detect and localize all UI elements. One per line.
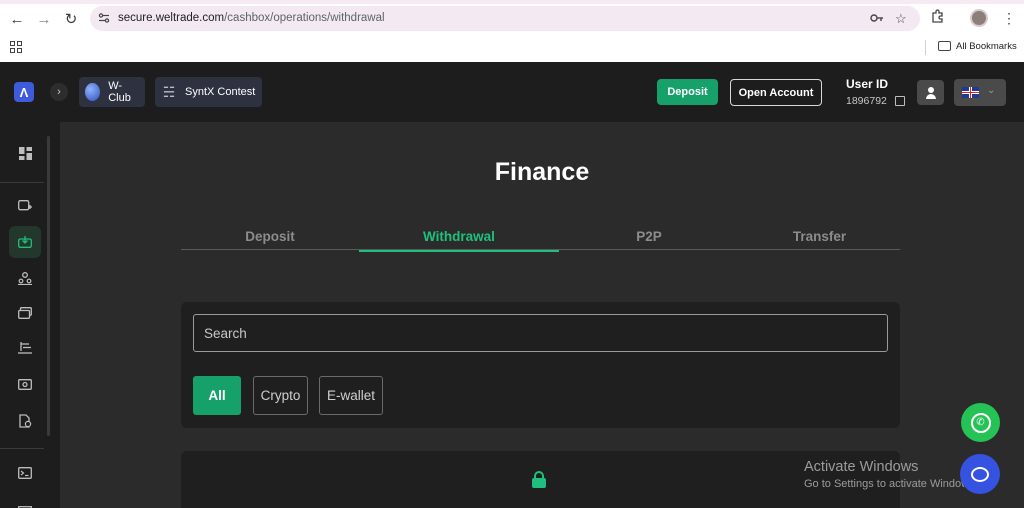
lock-icon <box>532 471 546 488</box>
tab-p2p[interactable]: P2P <box>559 222 739 250</box>
cash-icon[interactable] <box>9 368 41 400</box>
payment-methods-panel <box>181 451 900 508</box>
whatsapp-icon: ✆ <box>970 412 991 433</box>
apps-grid-icon[interactable] <box>10 41 22 53</box>
copy-icon[interactable] <box>895 96 905 106</box>
windows-watermark-subtitle: Go to Settings to activate Windows. <box>804 478 978 490</box>
address-bar[interactable]: secure.weltrade.com/cashbox/operations/w… <box>90 6 920 31</box>
trading-icon[interactable] <box>9 332 41 364</box>
wclub-label: W-Club <box>108 80 131 104</box>
chat-icon <box>971 466 989 482</box>
bookmarks-divider <box>925 40 926 55</box>
profile-avatar[interactable] <box>970 9 988 27</box>
cashbox-icon[interactable] <box>9 226 41 258</box>
filter-all-button[interactable]: All <box>193 376 241 415</box>
tabstrip-edge <box>0 0 1024 4</box>
terminal-icon[interactable] <box>9 457 41 489</box>
url-text[interactable]: secure.weltrade.com/cashbox/operations/w… <box>118 12 385 24</box>
cards-icon[interactable] <box>9 297 41 329</box>
windows-watermark-title: Activate Windows <box>804 459 919 475</box>
kebab-icon[interactable]: ⋮ <box>1002 10 1016 27</box>
syntx-label: SyntX Contest <box>185 86 256 98</box>
browser-toolbar: ← → ↻ secure.weltrade.com/cashbox/operat… <box>0 0 1024 62</box>
reload-icon[interactable]: ↻ <box>61 9 81 29</box>
filter-ewallet-button[interactable]: E-wallet <box>319 376 383 415</box>
sidebar <box>0 122 60 508</box>
forward-arrow-icon[interactable]: → <box>34 9 54 29</box>
sidebar-divider <box>0 182 44 183</box>
sidebar-scrollbar[interactable] <box>47 136 50 436</box>
puzzle-icon[interactable] <box>931 9 949 27</box>
globe-icon <box>85 83 101 101</box>
tune-icon[interactable] <box>98 12 110 24</box>
open-account-button[interactable]: Open Account <box>730 79 822 106</box>
page-title: Finance <box>494 158 590 186</box>
key-icon[interactable] <box>870 12 884 26</box>
dashboard-icon[interactable] <box>9 137 41 169</box>
deposit-button[interactable]: Deposit <box>657 79 718 105</box>
wclub-chip[interactable]: W-Club <box>79 77 145 107</box>
chevron-right-icon[interactable]: › <box>50 83 68 101</box>
document-icon[interactable] <box>9 405 41 437</box>
chevron-down-icon: ⌄ <box>987 85 996 96</box>
url-domain: secure.weltrade.com <box>118 12 225 24</box>
syntx-contest-chip[interactable]: ☵ SyntX Contest <box>155 77 262 107</box>
sidebar-divider <box>0 448 44 449</box>
filter-panel: All Crypto E-wallet <box>181 302 900 428</box>
partners-icon[interactable] <box>9 262 41 294</box>
tab-deposit[interactable]: Deposit <box>181 222 359 250</box>
search-input[interactable] <box>193 314 888 352</box>
finance-tabs: Deposit Withdrawal P2P Transfer <box>181 222 900 252</box>
app-header: Λ › W-Club ☵ SyntX Contest Deposit Open … <box>0 62 1024 122</box>
user-icon <box>925 86 937 99</box>
tab-transfer[interactable]: Transfer <box>739 222 900 250</box>
whatsapp-button[interactable]: ✆ <box>961 403 1000 442</box>
filter-crypto-button[interactable]: Crypto <box>253 376 308 415</box>
chat-button[interactable] <box>960 454 1000 494</box>
weltrade-logo[interactable]: Λ <box>14 82 34 102</box>
uk-flag-icon <box>962 87 979 98</box>
language-selector[interactable]: ⌄ <box>954 79 1006 106</box>
wallet-add-icon[interactable] <box>9 189 41 221</box>
user-id-label: User ID <box>846 77 889 91</box>
user-id-value: 1896792 <box>846 95 887 107</box>
url-path: /cashbox/operations/withdrawal <box>224 12 385 24</box>
trophy-icon: ☵ <box>162 84 176 100</box>
profile-button[interactable] <box>917 80 944 105</box>
star-icon[interactable]: ☆ <box>895 12 909 26</box>
folder-icon[interactable] <box>938 41 951 51</box>
more-icon[interactable] <box>9 494 41 508</box>
bookmarks-bar: All Bookmarks <box>0 36 1024 60</box>
all-bookmarks-link[interactable]: All Bookmarks <box>956 41 1017 52</box>
back-arrow-icon[interactable]: ← <box>7 9 27 29</box>
tab-withdrawal[interactable]: Withdrawal <box>359 222 559 252</box>
main-content: Finance Deposit Withdrawal P2P Transfer … <box>60 122 1024 508</box>
